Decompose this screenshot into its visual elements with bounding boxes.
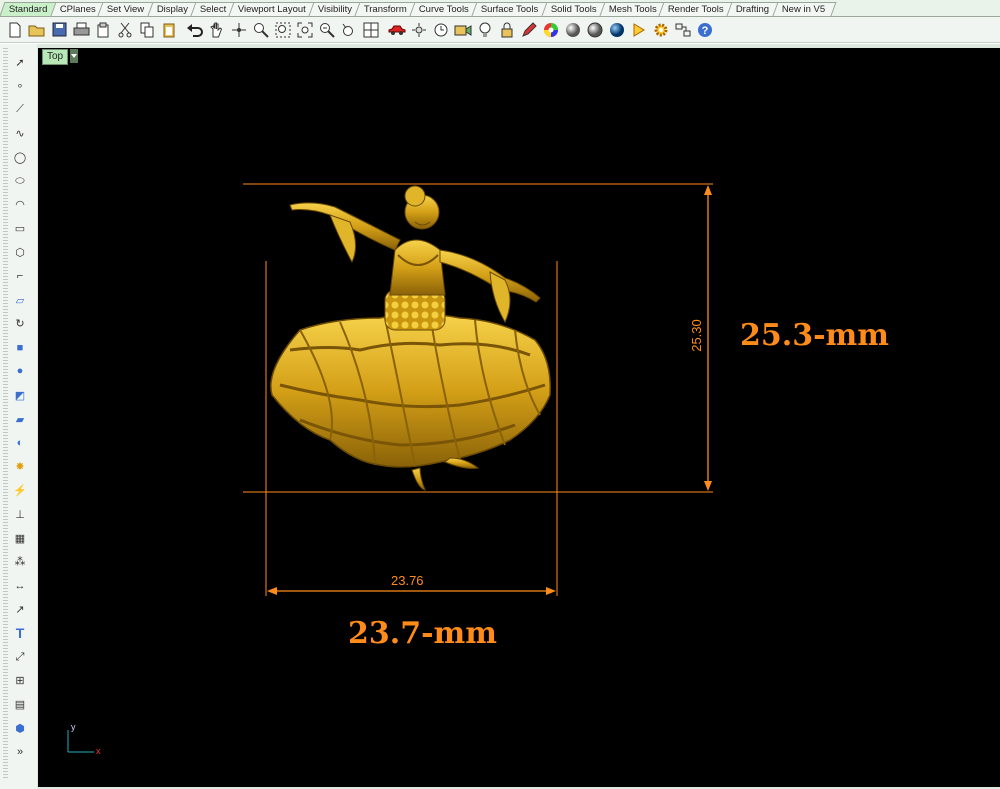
dim-arrow-up (704, 185, 712, 195)
dimension-text-vertical: 25.30 (688, 319, 704, 352)
dim-arrow-down (704, 481, 712, 491)
dimension-text-horizontal: 23.76 (391, 573, 424, 588)
dim-arrow-right (546, 587, 556, 595)
axis-y-label: y (71, 722, 76, 732)
dim-arrow-left (267, 587, 277, 595)
width-annotation: 23.7-mm (348, 616, 498, 651)
height-annotation: 25.3-mm (740, 318, 890, 353)
dancer-model[interactable] (270, 185, 551, 491)
axis-x-label: x (96, 746, 101, 756)
dimension-overlay (67, 183, 713, 753)
